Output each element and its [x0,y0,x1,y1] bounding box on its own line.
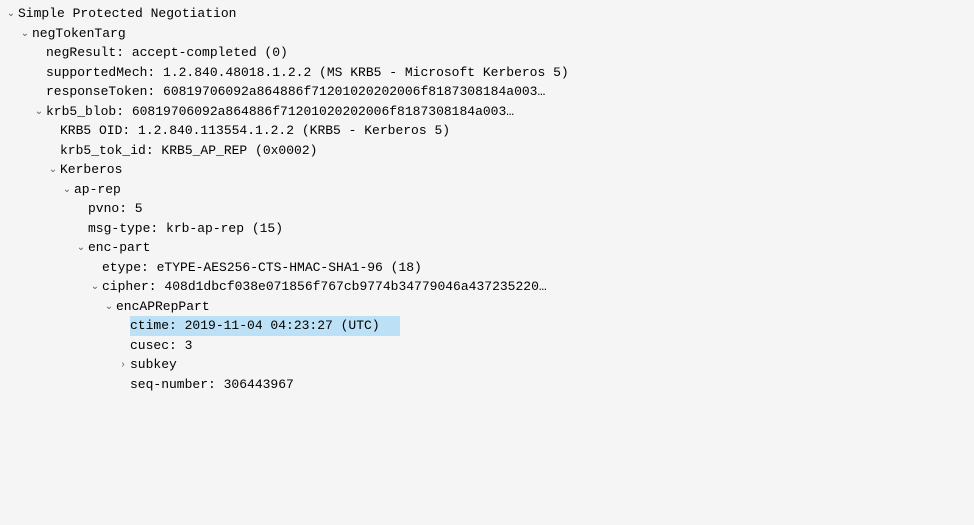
tree-row-etype[interactable]: etype: eTYPE-AES256-CTS-HMAC-SHA1-96 (18… [0,258,974,278]
tree-row-krb5oid[interactable]: KRB5 OID: 1.2.840.113554.1.2.2 (KRB5 - K… [0,121,974,141]
tree-row-encpart[interactable]: ⌄ enc-part [0,238,974,258]
tree-row-pvno[interactable]: pvno: 5 [0,199,974,219]
msgtype-label: msg-type: krb-ap-rep (15) [88,219,283,239]
negresult-label: negResult: accept-completed (0) [46,43,288,63]
chevron-right-icon[interactable]: › [116,357,130,372]
tree-row-kerberos[interactable]: ⌄ Kerberos [0,160,974,180]
chevron-down-icon[interactable]: ⌄ [102,299,116,314]
chevron-down-icon[interactable]: ⌄ [74,240,88,255]
chevron-down-icon[interactable]: ⌄ [88,279,102,294]
aprep-label: ap-rep [74,180,121,200]
tree-row-spn[interactable]: ⌄ Simple Protected Negotiation [0,4,974,24]
spn-label: Simple Protected Negotiation [18,4,236,24]
tree-row-msgtype[interactable]: msg-type: krb-ap-rep (15) [0,219,974,239]
krb5oid-label: KRB5 OID: 1.2.840.113554.1.2.2 (KRB5 - K… [60,121,450,141]
encapreppart-label: encAPRepPart [116,297,210,317]
seqnumber-label: seq-number: 306443967 [130,375,294,395]
chevron-down-icon[interactable]: ⌄ [18,26,32,41]
pvno-label: pvno: 5 [88,199,143,219]
ctime-label: ctime: 2019-11-04 04:23:27 (UTC) [130,318,380,333]
krb5tokid-label: krb5_tok_id: KRB5_AP_REP (0x0002) [60,141,317,161]
tree-row-cusec[interactable]: cusec: 3 [0,336,974,356]
tree-row-seqnumber[interactable]: seq-number: 306443967 [0,375,974,395]
responsetoken-label: responseToken: 60819706092a864886f712010… [46,82,545,102]
supportedmech-label: supportedMech: 1.2.840.48018.1.2.2 (MS K… [46,63,569,83]
packet-tree: ⌄ Simple Protected Negotiation ⌄ negToke… [0,0,974,398]
tree-row-krb5tokid[interactable]: krb5_tok_id: KRB5_AP_REP (0x0002) [0,141,974,161]
tree-row-responsetoken[interactable]: responseToken: 60819706092a864886f712010… [0,82,974,102]
tree-row-negresult[interactable]: negResult: accept-completed (0) [0,43,974,63]
tree-row-subkey[interactable]: › subkey [0,355,974,375]
tree-row-cipher[interactable]: ⌄ cipher: 408d1dbcf038e071856f767cb9774b… [0,277,974,297]
subkey-label: subkey [130,355,177,375]
cusec-label: cusec: 3 [130,336,192,356]
etype-label: etype: eTYPE-AES256-CTS-HMAC-SHA1-96 (18… [102,258,422,278]
chevron-down-icon[interactable]: ⌄ [46,162,60,177]
chevron-down-icon[interactable]: ⌄ [4,6,18,21]
tree-row-aprep[interactable]: ⌄ ap-rep [0,180,974,200]
cipher-label: cipher: 408d1dbcf038e071856f767cb9774b34… [102,277,547,297]
krb5blob-label: krb5_blob: 60819706092a864886f7120102020… [46,102,514,122]
chevron-down-icon[interactable]: ⌄ [32,104,46,119]
negtokentarg-label: negTokenTarg [32,24,126,44]
encpart-label: enc-part [88,238,150,258]
tree-row-krb5blob[interactable]: ⌄ krb5_blob: 60819706092a864886f71201020… [0,102,974,122]
tree-row-negtokentarg[interactable]: ⌄ negTokenTarg [0,24,974,44]
tree-row-ctime[interactable]: ctime: 2019-11-04 04:23:27 (UTC) [0,316,974,336]
chevron-down-icon[interactable]: ⌄ [60,182,74,197]
tree-row-supportedmech[interactable]: supportedMech: 1.2.840.48018.1.2.2 (MS K… [0,63,974,83]
tree-row-encapreppart[interactable]: ⌄ encAPRepPart [0,297,974,317]
kerberos-label: Kerberos [60,160,122,180]
